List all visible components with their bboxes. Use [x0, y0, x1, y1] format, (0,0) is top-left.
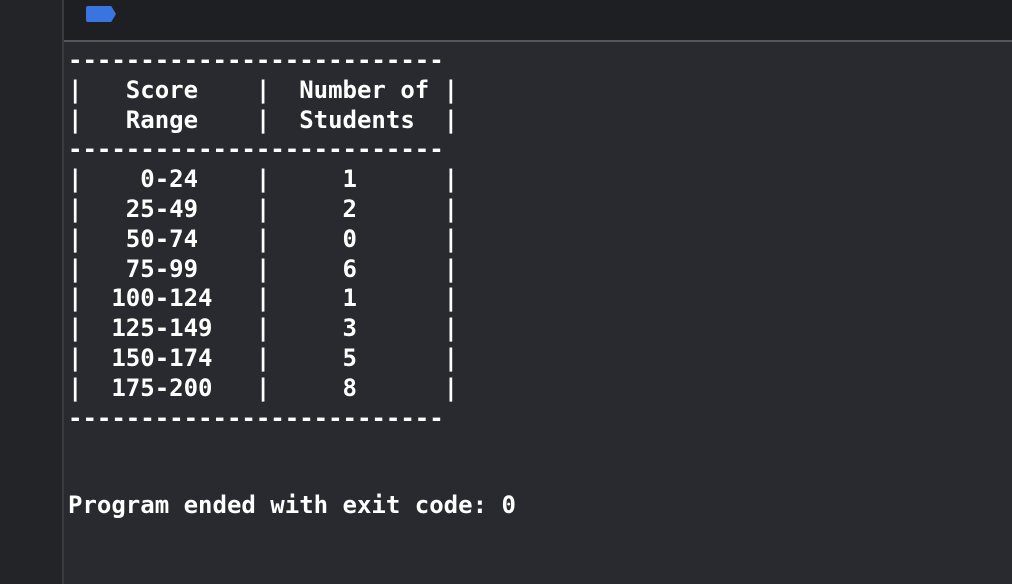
table-separator-top: -------------------------- — [68, 46, 444, 74]
table-row: | 50-74 | 0 | — [68, 224, 459, 253]
table-row: | 175-200 | 8 | — [68, 373, 459, 402]
table-header-line: | Range | Students | — [68, 105, 459, 134]
line-gutter — [0, 0, 64, 584]
table-row: | 125-149 | 3 | — [68, 314, 459, 343]
table-separator-bottom: -------------------------- — [68, 403, 444, 432]
table-row: | 100-124 | 1 | — [68, 284, 459, 313]
table-header-line: | Score | Number of | — [68, 75, 459, 104]
table-row: | 25-49 | 2 | — [68, 194, 459, 223]
table-row: | 150-174 | 5 | — [68, 343, 459, 372]
console-toolbar — [64, 0, 1012, 42]
exit-message: Program ended with exit code: 0 — [68, 491, 516, 519]
table-row: | 0-24 | 1 | — [68, 165, 459, 194]
table-row: | 75-99 | 6 | — [68, 254, 459, 283]
tag-icon[interactable] — [86, 6, 116, 22]
table-separator-middle: -------------------------- — [68, 135, 444, 164]
score-table: -------------------------- | Score | Numb… — [68, 46, 458, 433]
console-output[interactable]: -------------------------- | Score | Numb… — [64, 42, 1012, 584]
